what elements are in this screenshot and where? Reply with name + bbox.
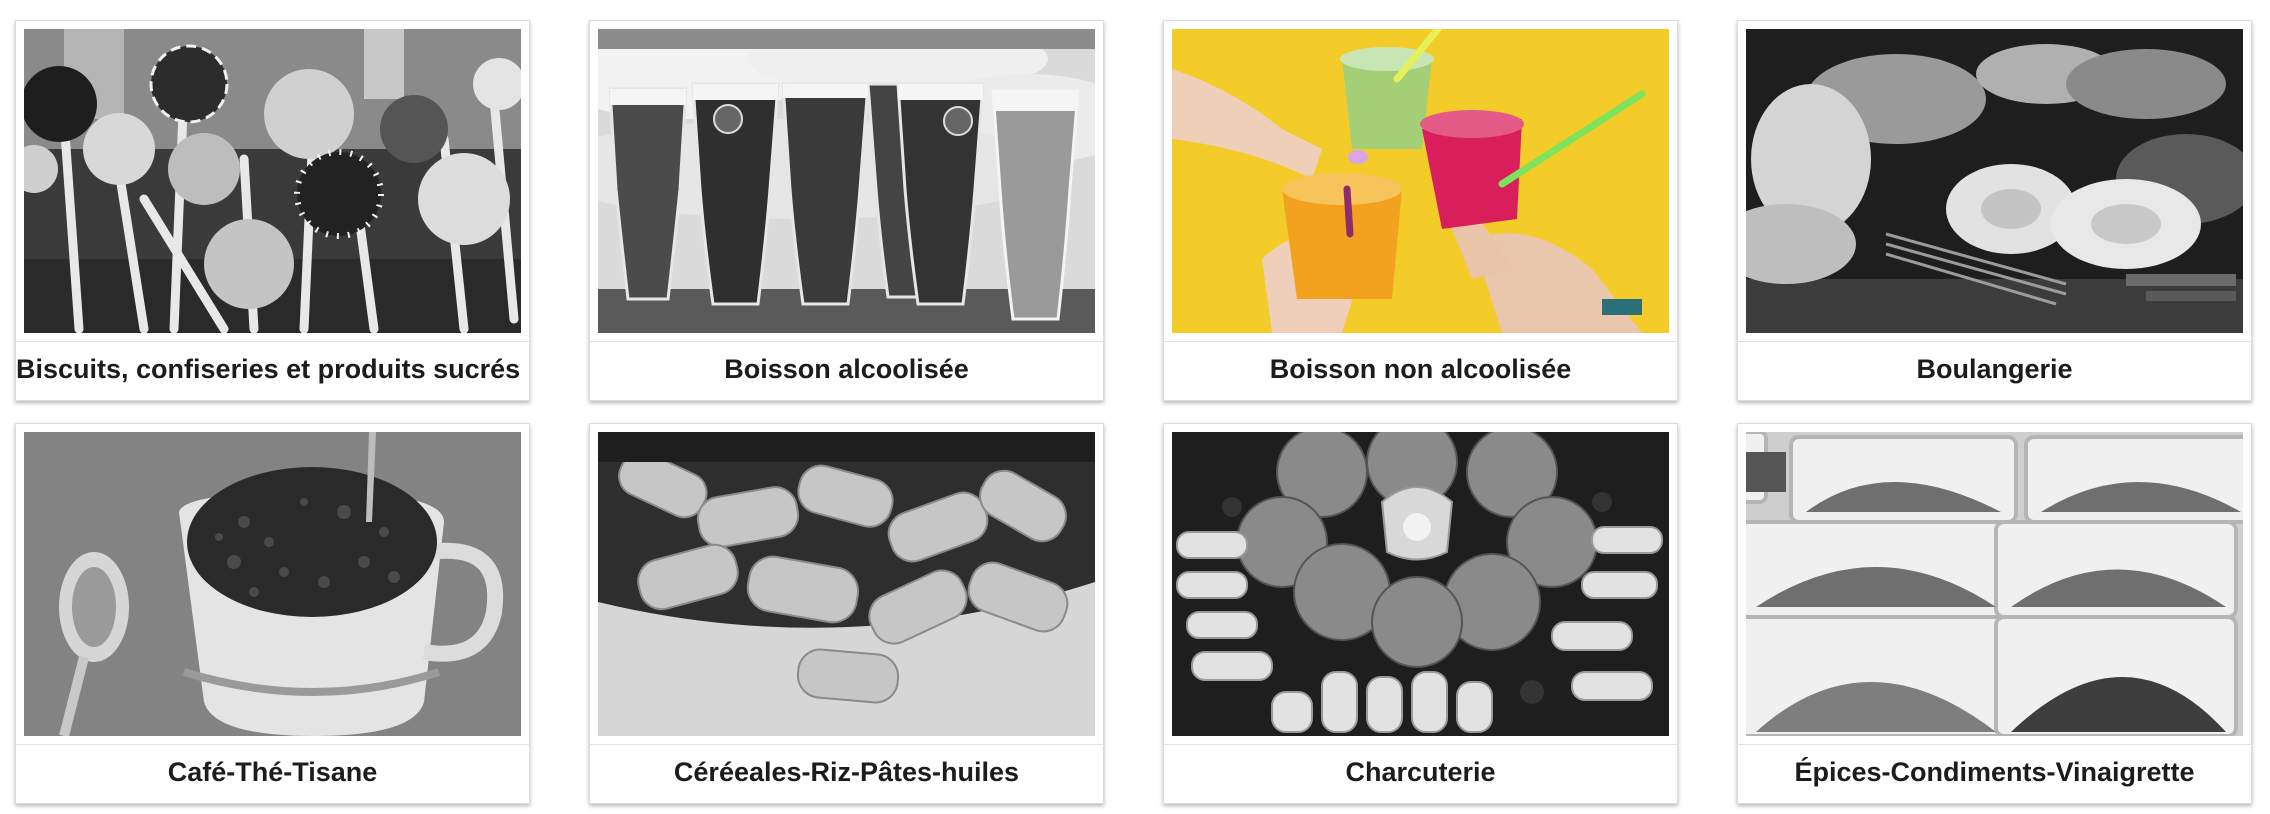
beer-glasses-photo [598,29,1095,333]
category-card-boulangerie[interactable]: Boulangerie [1737,20,2252,401]
photo-frame [1738,21,2251,341]
photo-frame [1164,21,1677,341]
category-label: Boisson non alcoolisée [1164,341,1677,400]
smoothie-cups-photo [1172,29,1669,333]
category-card-cereales-riz-pates-huiles[interactable]: Céréeales-Riz-Pâtes-huiles [589,423,1104,804]
cold-cuts-platter-photo [1172,432,1669,736]
photo-frame [590,424,1103,744]
category-card-biscuits[interactable]: Biscuits, confiseries et produits sucrés [15,20,530,401]
photo-frame [16,424,529,744]
category-label: Boisson alcoolisée [590,341,1103,400]
rigatoni-pasta-photo [598,432,1095,736]
category-label: Boulangerie [1738,341,2251,400]
coffee-cup-photo [24,432,521,736]
category-grid: Biscuits, confiseries et produits sucrés [15,20,2252,804]
category-label: Biscuits, confiseries et produits sucrés [16,341,529,400]
category-label: Céréeales-Riz-Pâtes-huiles [590,744,1103,803]
category-card-boisson-non-alcoolisee[interactable]: Boisson non alcoolisée [1163,20,1678,401]
photo-frame [1164,424,1677,744]
category-card-charcuterie[interactable]: Charcuterie [1163,423,1678,804]
photo-frame [1738,424,2251,744]
category-card-cafe-the-tisane[interactable]: Café-Thé-Tisane [15,423,530,804]
spice-trays-photo [1746,432,2243,736]
bread-rolls-photo [1746,29,2243,333]
photo-frame [590,21,1103,341]
category-label: Café-Thé-Tisane [16,744,529,803]
category-label: Épices-Condiments-Vinaigrette [1738,744,2251,803]
cake-pops-photo [24,29,521,333]
category-card-epices-condiments-vinaigrette[interactable]: Épices-Condiments-Vinaigrette [1737,423,2252,804]
category-label: Charcuterie [1164,744,1677,803]
photo-frame [16,21,529,341]
category-card-boisson-alcoolisee[interactable]: Boisson alcoolisée [589,20,1104,401]
